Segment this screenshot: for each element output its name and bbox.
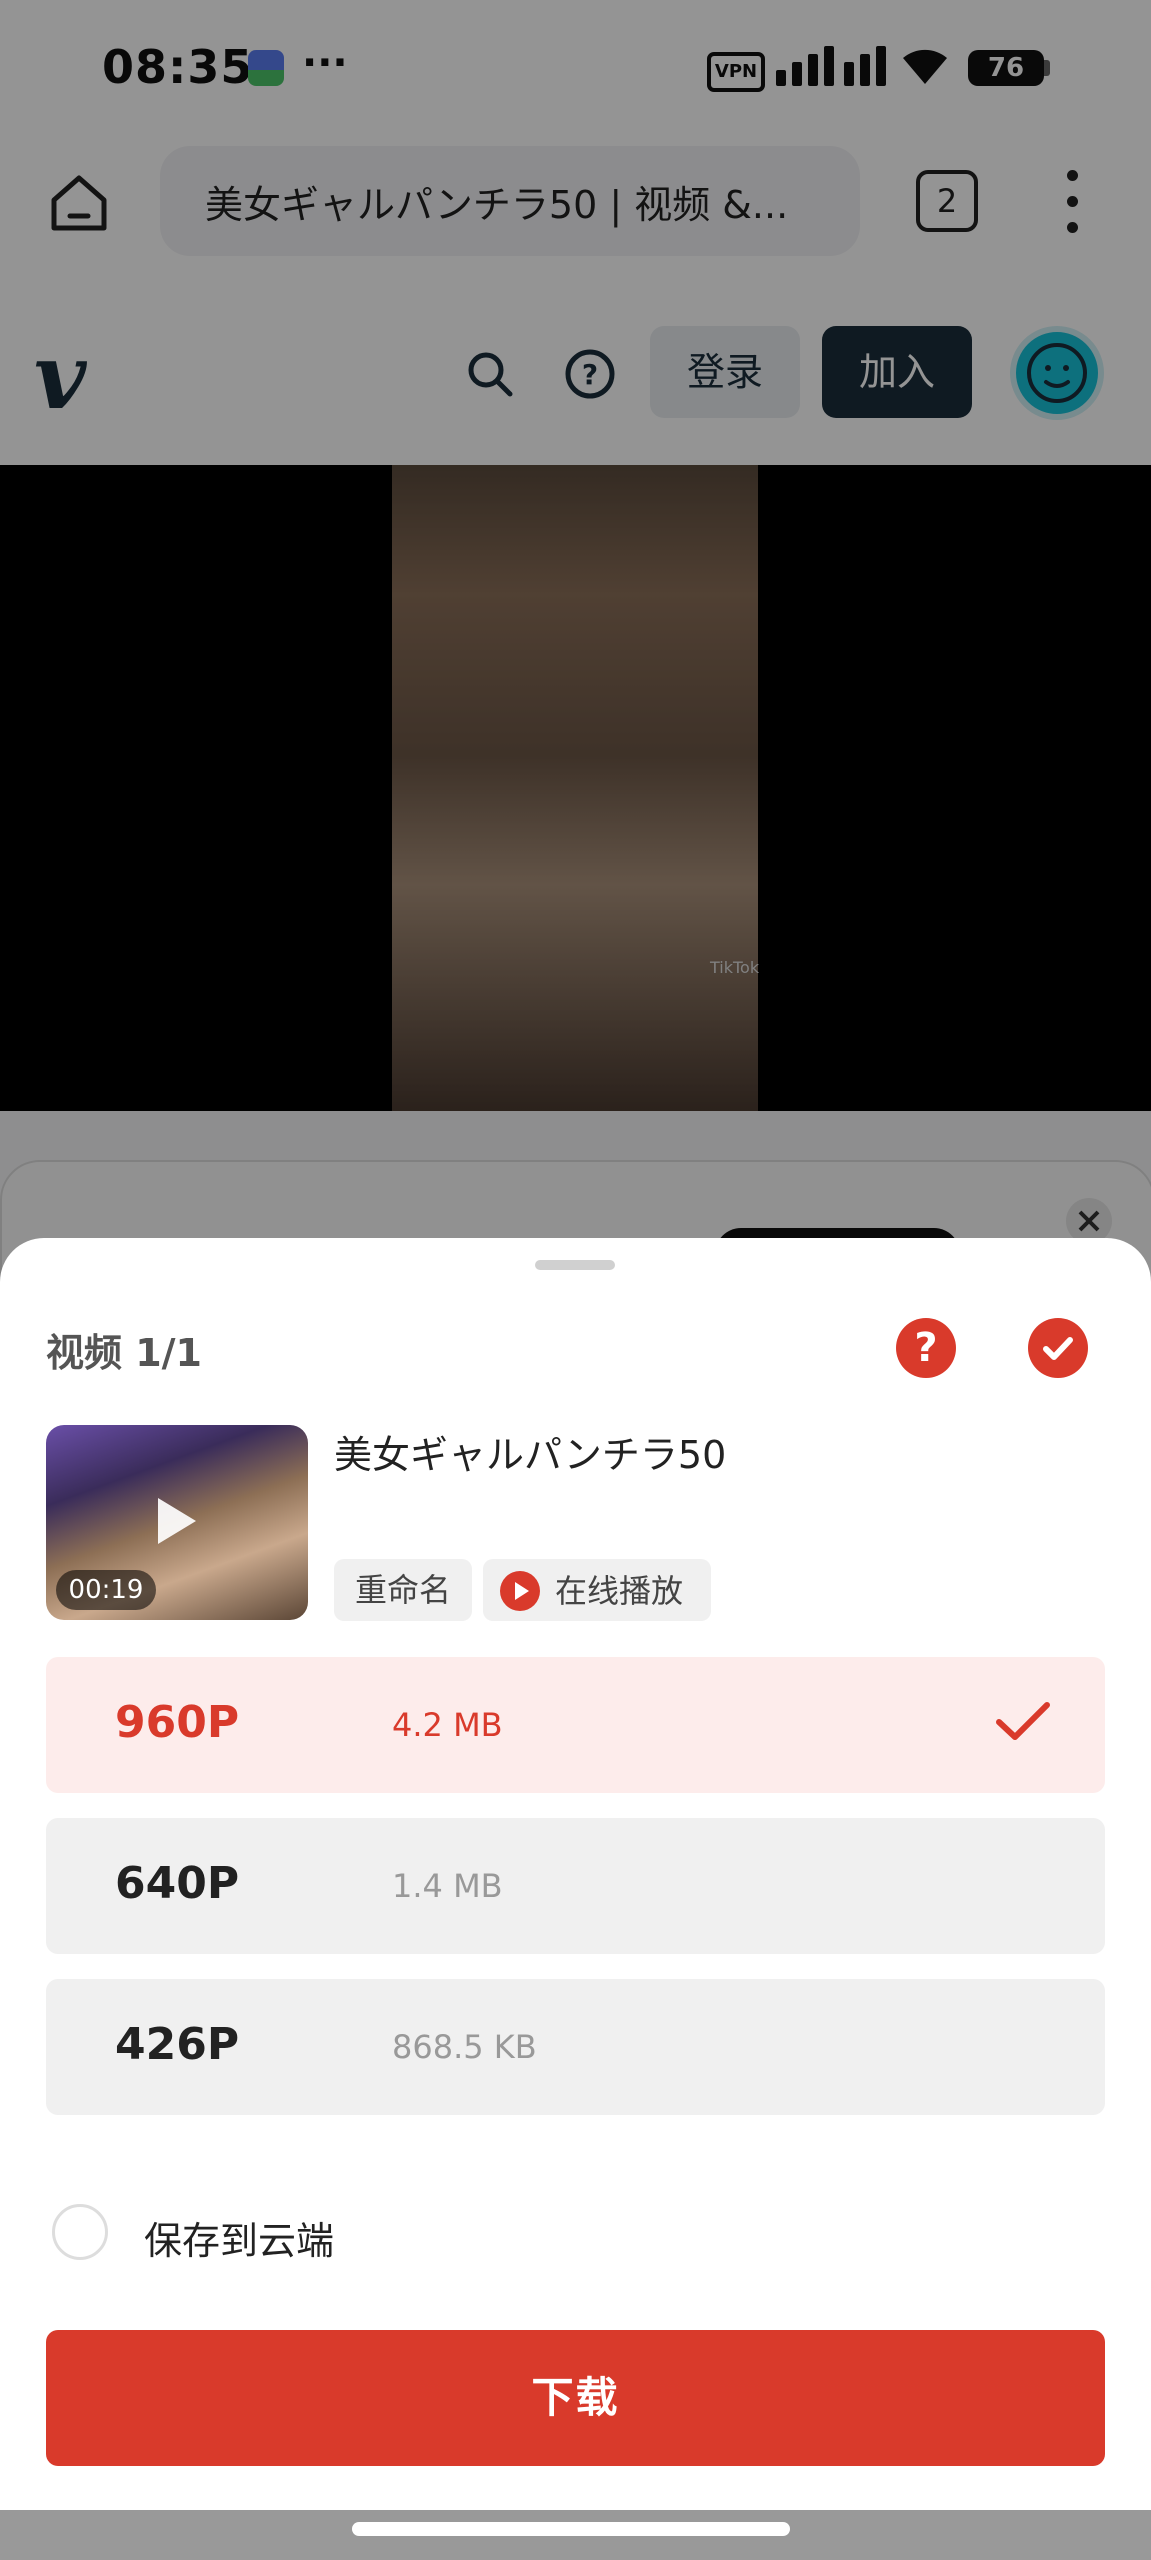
quality-size: 1.4 MB	[392, 1867, 503, 1905]
save-to-cloud-checkbox[interactable]	[52, 2204, 108, 2260]
video-duration: 00:19	[56, 1570, 156, 1610]
quality-size: 868.5 KB	[392, 2028, 537, 2066]
play-circle-icon	[500, 1571, 540, 1611]
select-all-check-icon[interactable]	[1028, 1318, 1088, 1378]
video-title: 美女ギャルパンチラ50	[334, 1433, 727, 1477]
play-icon	[158, 1498, 196, 1544]
help-button[interactable]: ?	[896, 1318, 956, 1378]
quality-label: 640P	[115, 1858, 240, 1909]
quality-label: 426P	[115, 2019, 240, 2070]
save-to-cloud-label: 保存到云端	[144, 2219, 335, 2263]
quality-label: 960P	[115, 1697, 240, 1748]
sheet-title: 视频 1/1	[46, 1331, 202, 1375]
play-online-label: 在线播放	[555, 1572, 684, 1610]
selected-check-icon	[996, 1702, 1050, 1740]
rename-button[interactable]: 重命名	[334, 1559, 472, 1621]
home-gesture-bar[interactable]	[352, 2522, 790, 2536]
download-button[interactable]: 下载	[46, 2330, 1105, 2466]
sheet-drag-handle[interactable]	[535, 1260, 615, 1270]
quality-size: 4.2 MB	[392, 1706, 503, 1744]
